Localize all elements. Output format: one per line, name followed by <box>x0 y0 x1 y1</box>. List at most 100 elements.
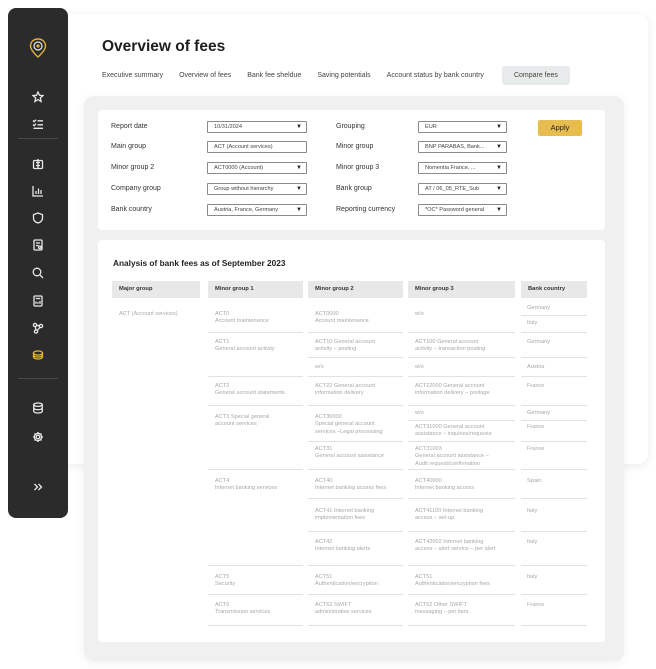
coins-icon[interactable] <box>8 346 68 364</box>
bank-country-cell: Austria <box>527 364 545 370</box>
logo-icon <box>29 38 47 58</box>
row-divider <box>308 594 403 595</box>
bank-country-cell: France <box>527 602 545 608</box>
company-group-label: Company group <box>111 185 161 192</box>
minor-group-1-cell-line: Security <box>215 581 236 588</box>
chevron-down-icon: ▼ <box>496 207 502 213</box>
minor-group-1-cell: ACT1 General account activity <box>215 339 275 354</box>
grouping-select[interactable]: EUR ▼ <box>418 121 507 133</box>
minor-group-2-cell-line: administrative services <box>315 609 372 616</box>
minor-group-3-cell-line: w/o <box>415 364 424 370</box>
minor-group-1-cell-line: ACT3 Special general <box>215 414 270 420</box>
main-group-select[interactable]: ACT (Account services) <box>207 141 307 153</box>
minor-group-3-cell-line: access – alert service – per alert <box>415 546 496 553</box>
network-icon[interactable] <box>8 319 68 337</box>
report-date-select[interactable]: 10/31/2024 ▼ <box>207 121 307 133</box>
sidebar <box>8 8 68 518</box>
minor-group-label: Minor group <box>336 143 374 150</box>
row-divider <box>308 405 403 406</box>
bank-country-select[interactable]: Austria, France, Germany ▼ <box>207 204 307 216</box>
bank-country-cell: France <box>527 424 545 430</box>
minor-group2-select[interactable]: ACT0000 (Account) ▼ <box>207 162 307 174</box>
minor-group-3-cell-line: w/o <box>415 410 424 416</box>
chevron-down-icon: ▼ <box>496 124 502 130</box>
row-divider <box>521 498 587 499</box>
checklist-icon[interactable] <box>8 115 68 133</box>
bank-country-cell: Germany <box>527 339 551 345</box>
minor-group-2-cell: ACT0000 Account maintenance <box>315 311 369 326</box>
star-icon[interactable] <box>8 88 68 106</box>
minor-group-1-cell: ACT6 Transmission services <box>215 602 270 617</box>
chevron-down-icon: ▼ <box>296 165 302 171</box>
chevron-down-icon: ▼ <box>496 144 502 150</box>
row-divider <box>408 565 515 566</box>
minor-group-2-cell-line: ACT30000 <box>315 414 342 420</box>
minor-group-2-cell: ACT10 General account activity – posting <box>315 339 375 354</box>
minor-group3-select[interactable]: Nomentia France, ... ▼ <box>418 162 507 174</box>
bank-group-select[interactable]: AT / 06_05_RTE_Sub ▼ <box>418 183 507 195</box>
minor-group-3-cell: ACT31000 General account assistance – inq… <box>415 424 492 439</box>
row-divider <box>208 376 303 377</box>
minor-group-3-cell-line: ACT42002 Internet banking <box>415 539 484 545</box>
row-divider <box>308 441 403 442</box>
column-header-minor-group-3: Minor group 3 <box>408 281 515 298</box>
minor-group-2-cell-line: Internet banking alerts <box>315 546 371 553</box>
row-divider <box>408 531 515 532</box>
bank-country-label: Bank country <box>111 206 152 213</box>
wallet-icon[interactable] <box>8 155 68 173</box>
row-divider <box>208 405 303 406</box>
row-divider <box>308 332 403 333</box>
tab-saving-potentials[interactable]: Saving potentials <box>309 66 378 85</box>
tab-executive-summary[interactable]: Executive summary <box>102 66 171 85</box>
row-divider <box>208 565 303 566</box>
minor-group-2-cell-line: Internet banking access fees <box>315 485 387 492</box>
minor-group-3-cell: w/o <box>415 410 424 417</box>
bank-country-cell: Italy <box>527 508 538 514</box>
tab-account-status[interactable]: Account status by bank country <box>379 66 492 85</box>
minor-group-1-cell: ACT4 Internet banking services <box>215 478 277 493</box>
minor-group-3-cell-line: assistance – inquiries/requests <box>415 431 492 438</box>
tab-bank-fee-schedule[interactable]: Bank fee sheldue <box>239 66 309 85</box>
bar-chart-icon[interactable] <box>8 182 68 200</box>
tab-compare-fees[interactable]: Compare fees <box>501 66 570 85</box>
minor-group-3-cell-line: ACT51 <box>415 574 433 580</box>
bank-country-cell: Italy <box>527 539 538 545</box>
minor-group-1-cell-line: ACT2 <box>215 383 230 389</box>
minor-group-1-cell-line: Account maintenance <box>215 318 269 325</box>
minor-group-3-cell-line: Internet banking access <box>415 485 475 492</box>
minor-group-3-cell: w/o <box>415 311 424 318</box>
reporting-currency-select[interactable]: *OC* Password general ▼ <box>418 204 507 216</box>
minor-group-3-cell-line: activity – transaction posting <box>415 346 486 353</box>
minor-group-2-cell: ACT51 Authentication/encryption <box>315 574 378 589</box>
row-divider <box>521 376 587 377</box>
tab-overview-of-fees[interactable]: Overview of fees <box>171 66 239 85</box>
minor-group-select[interactable]: BNP PARABAS, Bank... ▼ <box>418 141 507 153</box>
minor-group-3-cell: ACT31003 General account assistance – Audi… <box>415 446 489 468</box>
column-header-bank-country: Bank country <box>521 281 587 298</box>
row-divider <box>408 498 515 499</box>
calculator-icon[interactable] <box>8 292 68 310</box>
minor-group-2-cell-line: activity – posting <box>315 346 357 353</box>
chevron-down-icon: ▼ <box>296 186 302 192</box>
bank-group-label: Bank group <box>336 185 372 192</box>
minor-group-1-cell-line: ACT5 <box>215 574 230 580</box>
apply-button[interactable]: Apply <box>538 120 582 136</box>
company-group-select[interactable]: Group without hierarchy ▼ <box>207 183 307 195</box>
bank-country-cell: Italy <box>527 574 538 580</box>
bank-country-cell: France <box>527 383 545 389</box>
row-divider <box>408 357 515 358</box>
minor-group-3-cell-line: w/o <box>415 311 424 317</box>
document-icon[interactable] <box>8 236 68 254</box>
settings-icon[interactable] <box>8 428 68 446</box>
minor-group-3-cell: ACT62 Other SWIFT messaging – per item <box>415 602 468 617</box>
minor-group-1-cell-line: ACT0 <box>215 311 230 317</box>
minor-group-3-cell-line: access – set-up <box>415 515 455 522</box>
expand-icon[interactable] <box>8 478 68 496</box>
minor-group-1-cell-line: ACT6 <box>215 602 230 608</box>
shield-icon[interactable] <box>8 209 68 227</box>
minor-group-1-cell: ACT0 Account maintenance <box>215 311 269 326</box>
row-divider <box>408 332 515 333</box>
row-divider <box>308 531 403 532</box>
search-icon[interactable] <box>8 264 68 282</box>
database-icon[interactable] <box>8 399 68 417</box>
